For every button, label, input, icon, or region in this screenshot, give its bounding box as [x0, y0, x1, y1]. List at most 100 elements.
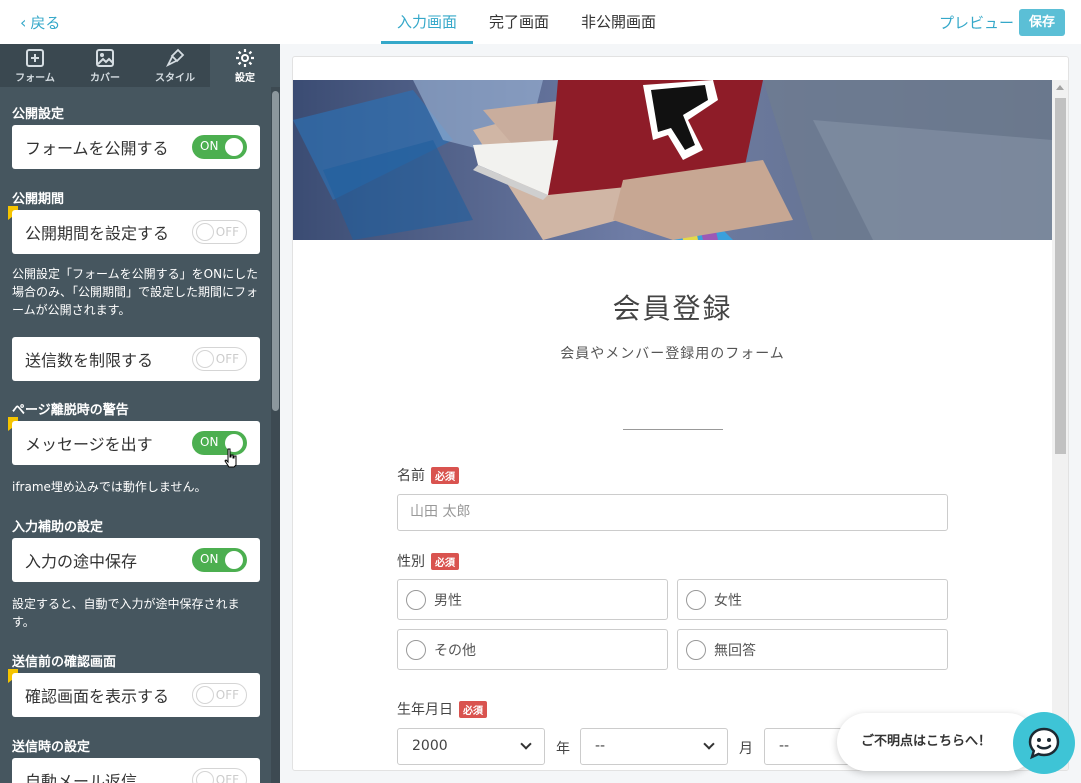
setting-autosave: 入力の途中保存 ON	[12, 538, 260, 582]
setting-publish-period: 公開期間を設定する OFF	[12, 210, 260, 254]
section-title-period: 公開期間	[12, 192, 65, 207]
setting-label: 送信数を制限する	[25, 351, 154, 370]
period-toggle[interactable]: OFF	[192, 220, 247, 244]
radio-button[interactable]	[686, 589, 706, 610]
section-title-confirm: 送信前の確認画面	[12, 655, 117, 670]
radio-button[interactable]	[406, 639, 426, 660]
settings-sidebar: フォーム カバー スタイル 設定 公開設定 フォームを公開する ON 公開期間 …	[0, 44, 280, 783]
autosave-note: 設定すると、自動で入力が途中保存されます。	[12, 597, 240, 629]
sidebar-tab-label: スタイル	[155, 72, 195, 84]
title-divider	[623, 429, 723, 430]
required-badge: 必須	[459, 700, 487, 718]
select-value: --	[779, 738, 790, 754]
sidebar-tab-cover[interactable]: カバー	[70, 44, 140, 87]
back-label: 戻る	[30, 14, 61, 32]
toggle-state: ON	[200, 435, 219, 449]
chat-prompt-bubble[interactable]: ご不明点はこちらへ！	[837, 713, 1037, 771]
setting-label: メッセージを出す	[25, 435, 153, 454]
field-label-birthday: 生年月日 必須	[397, 699, 487, 719]
auto-reply-toggle[interactable]: OFF	[192, 768, 247, 783]
scroll-up-arrow-icon[interactable]	[1056, 85, 1064, 90]
setting-publish-form: フォームを公開する ON	[12, 125, 260, 169]
birth-month-select[interactable]: --	[580, 728, 728, 765]
select-value: 2000	[412, 738, 448, 754]
option-label: その他	[434, 642, 476, 659]
field-label-gender: 性別 必須	[397, 551, 459, 571]
cover-photo	[293, 80, 1052, 240]
toggle-knob	[196, 686, 214, 704]
hand-cursor-icon	[224, 448, 237, 468]
setting-auto-reply: 自動メール返信 OFF	[12, 758, 260, 783]
name-label: 名前	[397, 468, 425, 484]
setting-limit-submissions: 送信数を制限する OFF	[12, 337, 260, 381]
option-label: 無回答	[714, 642, 756, 659]
back-link[interactable]: ‹ 戻る	[20, 12, 60, 33]
leave-warning-toggle[interactable]: ON	[192, 431, 247, 455]
preview-link[interactable]: プレビュー	[939, 12, 1014, 33]
sidebar-scroll-thumb[interactable]	[272, 91, 279, 411]
preview-scrollbar[interactable]	[1052, 80, 1068, 770]
field-label-name: 名前 必須	[397, 465, 459, 485]
image-icon	[96, 48, 114, 67]
setting-label: 入力の途中保存	[25, 552, 138, 571]
toggle-state: OFF	[215, 773, 239, 783]
setting-confirm-screen: 確認画面を表示する OFF	[12, 673, 260, 717]
save-button[interactable]: 保存	[1019, 9, 1065, 36]
chat-icon	[1028, 727, 1060, 760]
option-label: 男性	[434, 592, 462, 609]
sidebar-tab-form[interactable]: フォーム	[0, 44, 70, 87]
screen-tabs: 入力画面 完了画面 非公開画面	[381, 0, 672, 44]
sidebar-tab-settings[interactable]: 設定	[210, 44, 280, 87]
sidebar-scrollbar[interactable]	[271, 87, 280, 783]
toggle-knob	[196, 771, 214, 783]
sidebar-tab-style[interactable]: スタイル	[140, 44, 210, 87]
cover-image	[293, 80, 1052, 240]
toggle-knob	[225, 551, 243, 569]
tab-input-screen[interactable]: 入力画面	[381, 0, 474, 44]
option-label: 女性	[714, 592, 742, 609]
publish-toggle[interactable]: ON	[192, 135, 247, 159]
gender-label: 性別	[397, 554, 425, 570]
required-badge: 必須	[431, 552, 459, 570]
sidebar-tab-label: カバー	[90, 72, 120, 84]
toggle-knob	[196, 350, 214, 368]
limit-toggle[interactable]: OFF	[192, 347, 247, 371]
birthday-label: 生年月日	[397, 702, 453, 718]
gender-option-male[interactable]: 男性	[397, 579, 668, 620]
radio-button[interactable]	[686, 639, 706, 660]
period-note: 公開設定「フォームを公開する」をONにした場合のみ、「公開期間」で設定した期間に…	[12, 267, 259, 317]
section-title-input-assist: 入力補助の設定	[12, 520, 104, 535]
section-title-leave-warning: ページ離脱時の警告	[12, 403, 129, 418]
birth-year-select[interactable]: 2000	[397, 728, 545, 765]
form-title: 会員登録	[612, 292, 733, 325]
gender-option-no-answer[interactable]: 無回答	[677, 629, 948, 670]
toggle-state: ON	[200, 552, 219, 566]
sidebar-tab-label: 設定	[235, 72, 255, 84]
form-subtitle: 会員やメンバー登録用のフォーム	[560, 346, 785, 362]
gender-option-female[interactable]: 女性	[677, 579, 948, 620]
tab-complete-screen[interactable]: 完了画面	[473, 0, 565, 44]
radio-button[interactable]	[406, 589, 426, 610]
leave-warning-note: iframe埋め込みでは動作しません。	[12, 480, 207, 494]
form-preview: 会員登録 会員やメンバー登録用のフォーム 名前 必須 山田 太郎 性別 必須 男…	[292, 56, 1069, 771]
chat-button[interactable]	[1013, 712, 1075, 774]
chevron-down-icon	[520, 738, 532, 750]
gender-option-other[interactable]: その他	[397, 629, 668, 670]
setting-label: フォームを公開する	[25, 139, 169, 158]
plus-square-icon	[26, 48, 44, 67]
sidebar-tab-label: フォーム	[15, 72, 55, 84]
setting-label: 公開期間を設定する	[25, 224, 170, 243]
tab-private-screen[interactable]: 非公開画面	[565, 0, 672, 44]
toggle-state: OFF	[215, 352, 239, 366]
toggle-knob	[196, 223, 214, 241]
preview-scroll-thumb[interactable]	[1055, 98, 1066, 454]
confirm-toggle[interactable]: OFF	[192, 683, 247, 707]
setting-label: 自動メール返信	[25, 772, 138, 783]
autosave-toggle[interactable]: ON	[192, 548, 247, 572]
sidebar-tabs: フォーム カバー スタイル 設定	[0, 44, 280, 87]
toggle-knob	[225, 138, 243, 156]
year-unit: 年	[556, 741, 570, 757]
top-bar: ‹ 戻る 入力画面 完了画面 非公開画面 プレビュー 保存	[0, 0, 1081, 44]
setting-label: 確認画面を表示する	[25, 687, 170, 706]
name-input[interactable]: 山田 太郎	[397, 494, 948, 531]
